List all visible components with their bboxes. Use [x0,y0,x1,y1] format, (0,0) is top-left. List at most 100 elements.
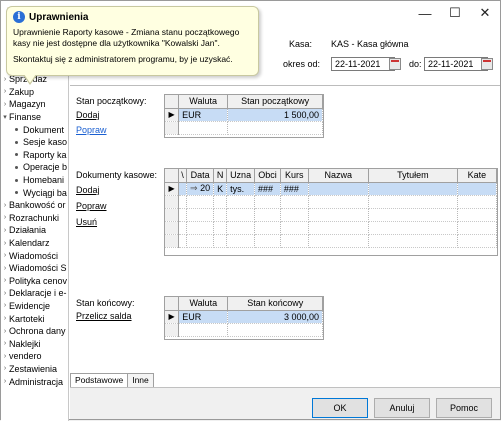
expand-right-icon[interactable]: › [1,315,9,322]
expand-right-icon[interactable]: › [1,302,9,309]
kasa-value[interactable]: KAS - Kasa główna [331,39,409,49]
stan-add-link[interactable]: Dodaj [76,110,100,120]
stan-edit-link[interactable]: Popraw [76,125,107,135]
cell-stan[interactable]: 3 000,00 [227,310,323,324]
dokumenty-grid[interactable]: \ Data N Uzna Obci Kurs Nazwa Tytułem Ka… [164,168,498,256]
col-stan-koncowy[interactable]: Stan końcowy [227,297,323,311]
col-obci[interactable]: Obci [254,169,281,183]
expand-right-icon[interactable]: › [1,76,9,83]
cell-tytulem[interactable] [368,182,458,196]
col-uzna[interactable]: Uzna [226,169,256,183]
col-nazwa[interactable]: Nazwa [308,169,369,183]
tab-podstawowe[interactable]: Podstawowe [70,373,129,387]
cell-uzna[interactable]: tys. [226,182,256,196]
tree-item[interactable]: › Deklaracje i e- [1,287,68,300]
cell-data[interactable]: ⇒ 20 [186,182,215,196]
expand-right-icon[interactable]: › [1,277,9,284]
stan-poczatkowy-label: Stan początkowy: [76,96,147,106]
tree-item[interactable]: › Wiadomości [1,249,68,262]
cell-nazwa[interactable] [308,182,369,196]
table-row[interactable]: ▶ ⇒ 20 K tys. ### ### [165,182,497,196]
empty-cell [178,195,188,209]
cell-waluta[interactable]: EUR [178,108,229,122]
expand-right-icon[interactable]: › [1,353,9,360]
dok-edit-link[interactable]: Popraw [76,201,107,211]
col-stan-poczatkowy[interactable]: Stan początkowy [227,95,323,109]
expand-right-icon[interactable]: › [1,202,9,209]
tree-item[interactable]: › Rozrachunki [1,212,68,225]
empty-cell [227,121,323,135]
tree-item[interactable]: Dokument [1,123,68,136]
minimize-button[interactable]: — [410,1,440,25]
dok-add-link[interactable]: Dodaj [76,185,100,195]
expand-right-icon[interactable]: › [1,101,9,108]
maximize-button[interactable]: ☐ [440,1,470,25]
expand-right-icon[interactable]: › [1,290,9,297]
stan-poczatkowy-grid[interactable]: Waluta Stan początkowy ▶ EUR 1 500,00 [164,94,324,138]
cell-kate[interactable] [457,182,497,196]
tree-item[interactable]: › Polityka cenov [1,275,68,288]
expand-right-icon[interactable]: › [1,378,9,385]
cell-obci[interactable]: ### [254,182,281,196]
tree-item[interactable]: Sesje kaso [1,136,68,149]
expand-right-icon[interactable]: › [1,340,9,347]
empty-cell [226,195,256,209]
expand-right-icon[interactable]: › [1,265,9,272]
tree-item[interactable]: › vendero [1,350,68,363]
recalc-link[interactable]: Przelicz salda [76,311,132,321]
tree-item[interactable]: › Ewidencje [1,300,68,313]
grid-corner [165,297,180,311]
tree-item[interactable]: › Magazyn [1,98,68,111]
tree-item-label: Operacje b [23,162,68,173]
tree-item[interactable]: › Zakup [1,86,68,99]
date-to-field[interactable]: 22-11-2021 [424,57,488,71]
col-kate[interactable]: Kate [457,169,497,183]
col-tytulem[interactable]: Tytułem [368,169,458,183]
ok-button[interactable]: OK [312,398,368,418]
tree-item[interactable]: ▾ Finanse [1,111,68,124]
empty-cell [226,234,256,248]
tree-item[interactable]: › Naklejki [1,337,68,350]
expand-right-icon[interactable]: › [1,252,9,259]
tree-item[interactable]: › Działania [1,224,68,237]
date-from-field[interactable]: 22-11-2021 [331,57,395,71]
col-waluta[interactable]: Waluta [178,95,229,109]
dok-delete-link[interactable]: Usuń [76,217,97,227]
table-row[interactable]: ▶ EUR 1 500,00 [165,108,323,122]
calendar-from-icon[interactable] [389,58,401,70]
expand-right-icon[interactable]: › [1,214,9,221]
cancel-button[interactable]: Anuluj [374,398,430,418]
tree-item[interactable]: Wyciągi ba [1,186,68,199]
col-waluta[interactable]: Waluta [178,297,229,311]
expand-right-icon[interactable]: › [1,88,9,95]
tree-item[interactable]: Operacje b [1,161,68,174]
calendar-to-icon[interactable] [481,58,493,70]
expand-down-icon[interactable]: ▾ [1,113,9,121]
tree-item[interactable]: › Bankowość or [1,199,68,212]
stan-koncowy-grid[interactable]: Waluta Stan końcowy ▶ EUR 3 000,00 [164,296,324,340]
col-kurs[interactable]: Kurs [280,169,309,183]
col-status[interactable]: \ [178,169,188,183]
tree-item[interactable]: Homebani [1,174,68,187]
expand-right-icon[interactable]: › [1,365,9,372]
expand-right-icon[interactable]: › [1,227,9,234]
tree-item[interactable]: › Wiadomości S [1,262,68,275]
cell-stan[interactable]: 1 500,00 [227,108,323,122]
cell-n[interactable]: K [213,182,228,196]
tree-item[interactable]: › Zestawienia [1,363,68,376]
col-data[interactable]: Data [186,169,215,183]
expand-right-icon[interactable]: › [1,240,9,247]
cell-kurs[interactable]: ### [280,182,309,196]
close-button[interactable]: ✕ [470,1,500,25]
tree-item[interactable]: Raporty ka [1,149,68,162]
tab-inne[interactable]: Inne [127,373,154,387]
help-button[interactable]: Pomoc [436,398,492,418]
tree-item[interactable]: › Kalendarz [1,237,68,250]
col-n[interactable]: N [213,169,228,183]
tree-item[interactable]: › Ochrona dany [1,325,68,338]
tree-item[interactable]: › Kartoteki [1,312,68,325]
expand-right-icon[interactable]: › [1,328,9,335]
cell-waluta[interactable]: EUR [178,310,229,324]
table-row[interactable]: ▶ EUR 3 000,00 [165,310,323,324]
tree-item[interactable]: › Administracja [1,375,68,388]
